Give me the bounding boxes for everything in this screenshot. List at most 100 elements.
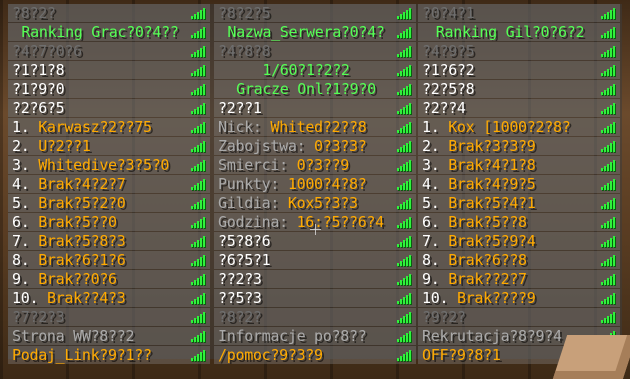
ping-bars-icon bbox=[191, 84, 207, 95]
ping-bars-icon bbox=[191, 331, 207, 342]
ping-bars-icon bbox=[191, 160, 207, 171]
tab-list-entry-text: ??2?3 bbox=[218, 270, 262, 288]
tab-list-row: Nazwa_Serwera?0?4? bbox=[214, 23, 416, 41]
tab-list-entry-text: 4. Brak?4?2?7 bbox=[12, 175, 126, 193]
tab-list-row: Informacje po?8?? bbox=[214, 327, 416, 345]
tab-list-entry-text: /pomoc?9?3?9 bbox=[218, 346, 323, 364]
tab-list-row: ?1?6?2 bbox=[418, 61, 620, 79]
tab-list-row: 6. Brak?5??0 bbox=[8, 213, 210, 231]
tab-list-entry-text: Zabojstwa: 0?3?3? bbox=[218, 137, 367, 155]
tab-list-entry-text: 2. U?2??1 bbox=[12, 137, 91, 155]
tab-list-row: Gracze Onl?1?9?0 bbox=[214, 80, 416, 98]
ping-bars-icon bbox=[191, 27, 207, 38]
tab-list-row: 7. Brak?5?8?3 bbox=[8, 232, 210, 250]
tab-list-entry-text: 4. Brak?4?9?5 bbox=[422, 175, 536, 193]
tab-list-entry-text: 7. Brak?5?8?3 bbox=[12, 232, 126, 250]
tab-column-guild-ranking: ?0?4?1 Ranking Gil?0?6?2 ?4?9?5 ?1?6?2 ?2?5?… bbox=[418, 4, 620, 365]
tab-list-row: ?8?2? bbox=[214, 308, 416, 326]
ping-bars-icon bbox=[397, 8, 413, 19]
ping-bars-icon bbox=[397, 255, 413, 266]
ping-bars-icon bbox=[601, 179, 617, 190]
ping-bars-icon bbox=[601, 46, 617, 57]
tab-list-entry-text: ?2?5?8 bbox=[422, 80, 475, 98]
ping-bars-icon bbox=[191, 274, 207, 285]
tab-list-row: ?2??1 bbox=[214, 99, 416, 117]
tab-list-row: ?9?2? bbox=[418, 308, 620, 326]
tab-list-row: 8. Brak?6?1?6 bbox=[8, 251, 210, 269]
ping-bars-icon bbox=[601, 65, 617, 76]
ping-bars-icon bbox=[397, 160, 413, 171]
tab-list-row: ?2??4 bbox=[418, 99, 620, 117]
tab-column-server-info: ?8?2?5 Nazwa_Serwera?0?4? ?4?8?8 1/60?1?2?2… bbox=[214, 4, 416, 365]
tab-list-row: ?6?5?1 bbox=[214, 251, 416, 269]
tab-list-entry-text: Gildia: Kox5?3?3 bbox=[218, 194, 358, 212]
tab-list-entry-text: ?2??1 bbox=[218, 99, 262, 117]
tab-list-row: 4. Brak?4?2?7 bbox=[8, 175, 210, 193]
tab-list-row: ?7?2?3 bbox=[8, 308, 210, 326]
ping-bars-icon bbox=[397, 217, 413, 228]
tab-list-entry-text: ?4?8?8 bbox=[218, 42, 271, 60]
ping-bars-icon bbox=[601, 293, 617, 304]
tab-list-row: ??2?3 bbox=[214, 270, 416, 288]
tab-list-row: ?4?7?0?6 bbox=[8, 42, 210, 60]
ping-bars-icon bbox=[191, 65, 207, 76]
tab-list-entry-text: ?7?2?3 bbox=[12, 308, 65, 326]
tab-list-entry-text: 1/60?1?2?2 bbox=[262, 61, 350, 79]
ping-bars-icon bbox=[601, 27, 617, 38]
ping-bars-icon bbox=[601, 103, 617, 114]
tab-list-entry-text: ?8?2? bbox=[12, 4, 56, 22]
tab-list-entry-text: 5. Brak?5?2?0 bbox=[12, 194, 126, 212]
tab-list-entry-text: 5. Brak?5?4?1 bbox=[422, 194, 536, 212]
tab-list-entry-text: ?8?2? bbox=[218, 308, 262, 326]
ping-bars-icon bbox=[191, 179, 207, 190]
tab-list-row: ?0?4?1 bbox=[418, 4, 620, 22]
tab-list-row: 2. Brak?3?3?9 bbox=[418, 137, 620, 155]
ping-bars-icon bbox=[601, 236, 617, 247]
tab-list-entry-text: Ranking Gil?0?6?2 bbox=[435, 23, 585, 41]
tab-list-entry-text: 1. Kox [1000?2?8? bbox=[422, 118, 571, 136]
tab-list-entry-text: Informacje po?8?? bbox=[218, 327, 367, 345]
tab-list-row: 5. Brak?5?2?0 bbox=[8, 194, 210, 212]
tab-list-entry-text: 8. Brak?6??8 bbox=[422, 251, 527, 269]
tab-list-row: Punkty: 1000?4?8? bbox=[214, 175, 416, 193]
tab-list-entry-text: ?4?7?0?6 bbox=[12, 42, 82, 60]
tab-list-entry-text: ?2??4 bbox=[422, 99, 466, 117]
ping-bars-icon bbox=[191, 122, 207, 133]
tab-list-entry-text: 3. Whitedive?3?5?0 bbox=[12, 156, 170, 174]
ping-bars-icon bbox=[601, 141, 617, 152]
tab-list-entry-text: ?2?6?5 bbox=[12, 99, 65, 117]
ping-bars-icon bbox=[191, 293, 207, 304]
tab-list-entry-text: 8. Brak?6?1?6 bbox=[12, 251, 126, 269]
tab-list-row: 9. Brak??0?6 bbox=[8, 270, 210, 288]
ping-bars-icon bbox=[397, 350, 413, 361]
ping-bars-icon bbox=[397, 103, 413, 114]
tab-list-row: 10. Brak??4?3 bbox=[8, 289, 210, 307]
tab-list-row: 3. Brak?4?1?8 bbox=[418, 156, 620, 174]
tab-list-row: ?1?9?0 bbox=[8, 80, 210, 98]
tab-list-entry-text: 6. Brak?5??8 bbox=[422, 213, 527, 231]
ping-bars-icon bbox=[397, 274, 413, 285]
tab-list-entry-text: 3. Brak?4?1?8 bbox=[422, 156, 536, 174]
ping-bars-icon bbox=[191, 103, 207, 114]
ping-bars-icon bbox=[397, 236, 413, 247]
tab-list-row: Strona WW?8??2 bbox=[8, 327, 210, 345]
tab-list-entry-text: Ranking Grac?0?4?? bbox=[21, 23, 179, 41]
tab-list-entry-text: 7. Brak?5?9?4 bbox=[422, 232, 536, 250]
ping-bars-icon bbox=[601, 274, 617, 285]
crosshair-icon bbox=[310, 224, 321, 235]
tab-list-row: ?2?5?8 bbox=[418, 80, 620, 98]
tab-list-entry-text: Nazwa_Serwera?0?4? bbox=[227, 23, 385, 41]
tab-list-row: ?2?6?5 bbox=[8, 99, 210, 117]
ping-bars-icon bbox=[397, 198, 413, 209]
ping-bars-icon bbox=[601, 8, 617, 19]
tab-list-entry-text: ?1?9?0 bbox=[12, 80, 65, 98]
tab-list-entry-text: ?8?2?5 bbox=[218, 4, 271, 22]
tab-list-row: 3. Whitedive?3?5?0 bbox=[8, 156, 210, 174]
tab-list-entry-text: ?1?1?8 bbox=[12, 61, 65, 79]
tab-list-row: 4. Brak?4?9?5 bbox=[418, 175, 620, 193]
tab-list-row: Podaj_Link?9?1?? bbox=[8, 346, 210, 364]
tab-list-row: 2. U?2??1 bbox=[8, 137, 210, 155]
ping-bars-icon bbox=[397, 65, 413, 76]
ping-bars-icon bbox=[601, 312, 617, 323]
tab-list-entry-text: 1. Karwasz?2??75 bbox=[12, 118, 152, 136]
